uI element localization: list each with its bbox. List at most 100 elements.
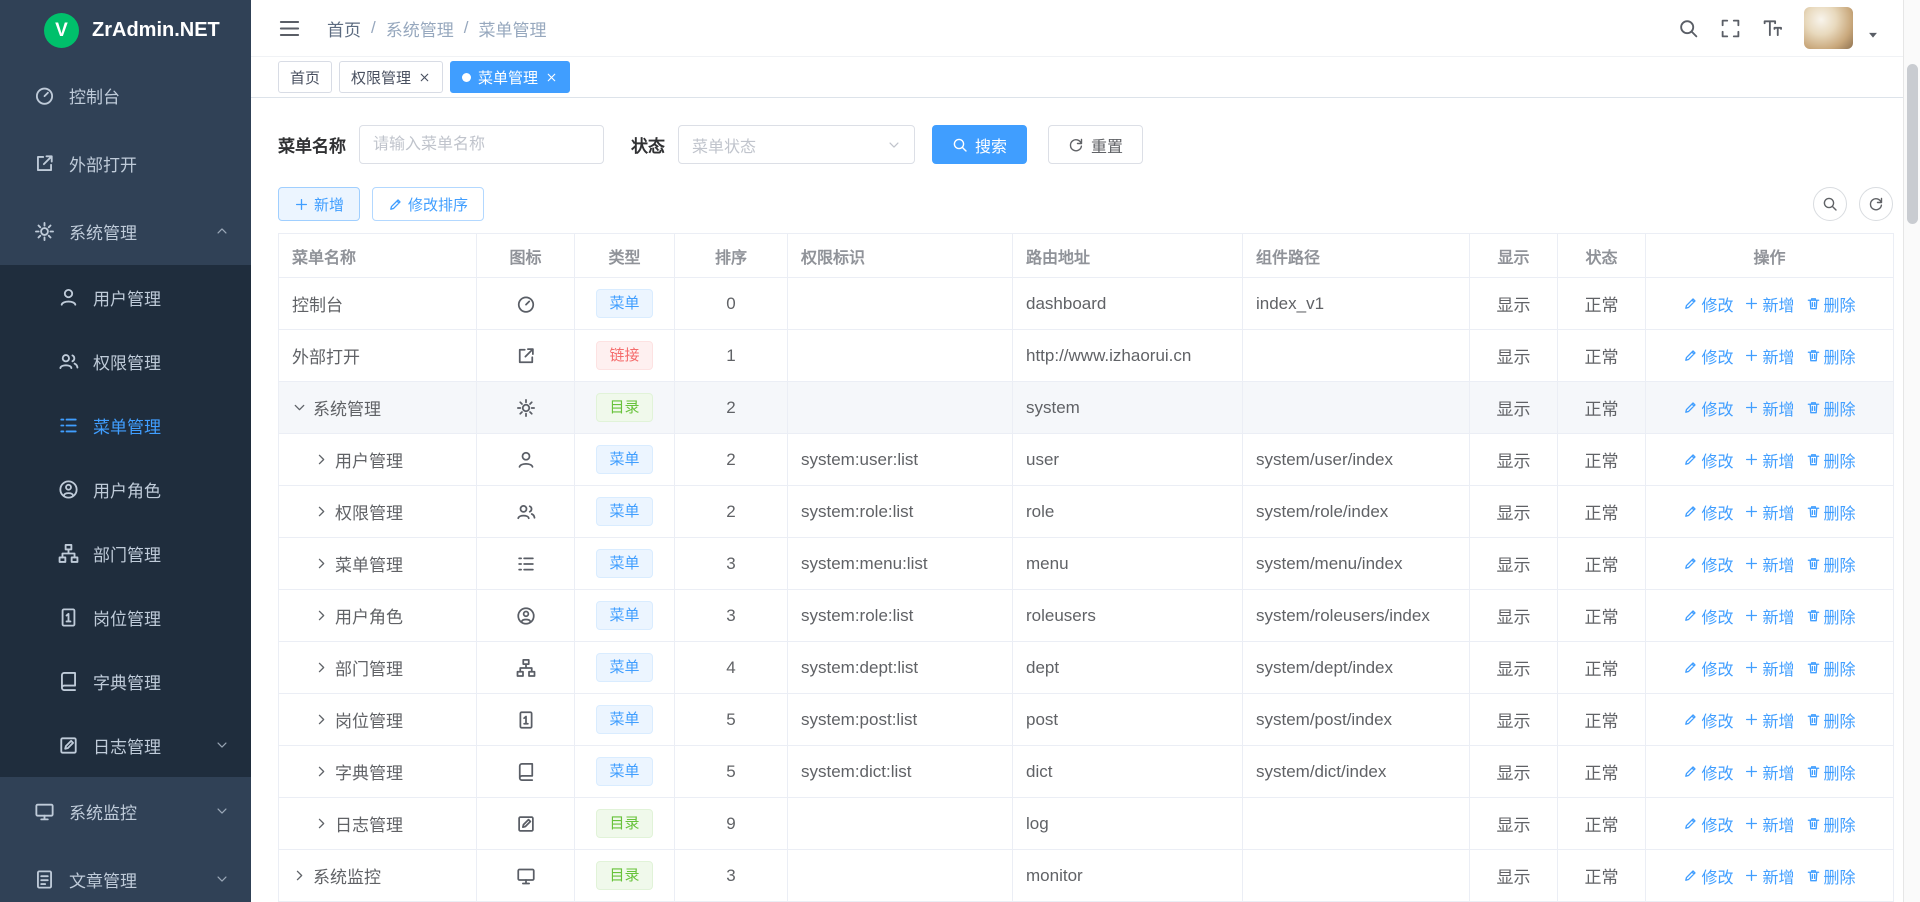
breadcrumb-item[interactable]: 菜单管理 [478,16,546,41]
add-link[interactable]: 新增 [1744,448,1794,472]
edit-link[interactable]: 修改 [1683,760,1733,784]
sidebar-item-article[interactable]: 文章管理 [0,845,251,902]
add-link[interactable]: 新增 [1744,500,1794,524]
sort-cell: 0 [675,278,788,330]
table-row: 控制台菜单0dashboardindex_v1显示正常修改新增删除 [279,278,1894,330]
caret-down-icon[interactable] [1866,28,1880,42]
sidebar-item-user[interactable]: 用户管理 [0,265,251,329]
tab-2[interactable]: 菜单管理 [450,61,570,93]
sort-button[interactable]: 修改排序 [372,187,484,221]
sidebar-item-dict[interactable]: 字典管理 [0,649,251,713]
chevron-right-icon[interactable] [314,452,329,467]
sidebar-item-gear[interactable]: 系统管理 [0,197,251,265]
close-icon[interactable] [418,71,431,84]
chevron-right-icon[interactable] [314,816,329,831]
add-link[interactable]: 新增 [1744,292,1794,316]
sidebar-item-dept-tree[interactable]: 部门管理 [0,521,251,585]
users-icon [58,351,79,372]
delete-link[interactable]: 删除 [1806,604,1856,628]
add-link[interactable]: 新增 [1744,656,1794,680]
sidebar-item-menu-list[interactable]: 菜单管理 [0,393,251,457]
search-toggle-button[interactable] [1813,187,1847,221]
delete-link[interactable]: 删除 [1806,656,1856,680]
add-link[interactable]: 新增 [1744,552,1794,576]
reset-button[interactable]: 重置 [1048,125,1143,164]
edit-link[interactable]: 修改 [1683,292,1733,316]
edit-link[interactable]: 修改 [1683,708,1733,732]
add-button[interactable]: 新增 [278,187,360,221]
edit-link[interactable]: 修改 [1683,552,1733,576]
delete-link[interactable]: 删除 [1806,396,1856,420]
search-icon[interactable] [1678,18,1699,39]
menu-name-input[interactable] [359,125,604,164]
delete-link[interactable]: 删除 [1806,344,1856,368]
fullscreen-icon[interactable] [1720,18,1741,39]
component-cell [1243,850,1470,902]
chevron-right-icon[interactable] [292,868,307,883]
refresh-button[interactable] [1859,187,1893,221]
edit-link[interactable]: 修改 [1683,448,1733,472]
delete-link[interactable]: 删除 [1806,500,1856,524]
sidebar-item-users[interactable]: 权限管理 [0,329,251,393]
edit-link[interactable]: 修改 [1683,396,1733,420]
add-link[interactable]: 新增 [1744,812,1794,836]
edit-link[interactable]: 修改 [1683,500,1733,524]
logo[interactable]: V ZrAdmin.NET [0,0,251,61]
sidebar-item-label: 系统管理 [69,219,137,244]
edit-link[interactable]: 修改 [1683,864,1733,888]
active-tab-dot [462,73,471,82]
chevron-right-icon[interactable] [314,556,329,571]
delete-link[interactable]: 删除 [1806,708,1856,732]
chevron-right-icon[interactable] [314,504,329,519]
add-link[interactable]: 新增 [1744,344,1794,368]
status-select[interactable]: 菜单状态 [678,125,915,164]
chevron-right-icon[interactable] [314,608,329,623]
tab-1[interactable]: 权限管理 [339,61,443,93]
log-icon [516,814,536,834]
edit-link[interactable]: 修改 [1683,344,1733,368]
delete-link[interactable]: 删除 [1806,292,1856,316]
delete-link[interactable]: 删除 [1806,812,1856,836]
trash-icon [1806,452,1821,467]
add-link[interactable]: 新增 [1744,864,1794,888]
search-button[interactable]: 搜索 [932,125,1027,164]
scrollbar[interactable] [1903,0,1920,902]
hamburger-icon[interactable] [278,17,301,40]
close-icon[interactable] [545,71,558,84]
add-link[interactable]: 新增 [1744,760,1794,784]
sidebar-item-log[interactable]: 日志管理 [0,713,251,777]
chevron-right-icon[interactable] [314,764,329,779]
edit-link[interactable]: 修改 [1683,812,1733,836]
sidebar-item-monitor[interactable]: 系统监控 [0,777,251,845]
add-link[interactable]: 新增 [1744,604,1794,628]
chevron-right-icon[interactable] [314,660,329,675]
breadcrumb-item[interactable]: 系统管理 [386,16,454,41]
add-link[interactable]: 新增 [1744,396,1794,420]
chevron-right-icon[interactable] [314,712,329,727]
sidebar-item-external-link[interactable]: 外部打开 [0,129,251,197]
scrollbar-thumb[interactable] [1907,64,1918,224]
sidebar-item-dashboard[interactable]: 控制台 [0,61,251,129]
menu-list-icon [58,415,79,436]
tab-0[interactable]: 首页 [278,61,332,93]
sort-cell: 2 [675,486,788,538]
edit-link[interactable]: 修改 [1683,604,1733,628]
avatar[interactable] [1804,7,1853,49]
breadcrumb-item[interactable]: 首页 [327,16,361,41]
font-size-icon[interactable] [1762,18,1783,39]
table-row: 权限管理菜单2system:role:listrolesystem/role/i… [279,486,1894,538]
delete-link[interactable]: 删除 [1806,448,1856,472]
edit-icon [1683,400,1698,415]
plus-icon [294,197,309,212]
sidebar-item-post[interactable]: 岗位管理 [0,585,251,649]
delete-link[interactable]: 删除 [1806,552,1856,576]
sidebar-item-label: 日志管理 [93,733,161,758]
sidebar-item-user-role[interactable]: 用户角色 [0,457,251,521]
add-link[interactable]: 新增 [1744,708,1794,732]
chevron-down-icon[interactable] [292,400,307,415]
delete-link[interactable]: 删除 [1806,864,1856,888]
delete-link[interactable]: 删除 [1806,760,1856,784]
edit-link[interactable]: 修改 [1683,656,1733,680]
chevron-down-icon [215,738,229,752]
submenu: 用户管理权限管理菜单管理用户角色部门管理岗位管理字典管理日志管理 [0,265,251,777]
